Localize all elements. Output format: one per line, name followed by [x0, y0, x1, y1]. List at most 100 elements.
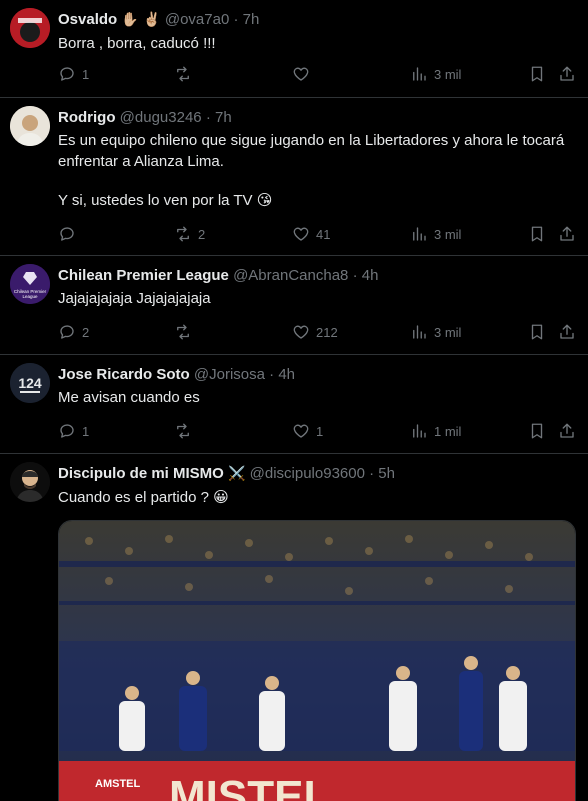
avatar[interactable] [10, 8, 50, 48]
like-count: 41 [316, 226, 331, 242]
like-icon [293, 325, 309, 339]
bookmark-button[interactable] [528, 421, 546, 441]
tweet[interactable]: 124 Jose Ricardo Soto @Jorisosa · 4h Me … [0, 355, 588, 454]
dot-separator: · [205, 109, 211, 126]
author-name[interactable]: Discipulo de mi MISMO [58, 465, 224, 482]
tweet[interactable]: Discipulo de mi MISMO ⚔️ @discipulo93600… [0, 454, 588, 801]
views-button[interactable]: 3 mil [410, 64, 461, 84]
author-handle[interactable]: @ova7a0 [165, 11, 229, 28]
tweet-time[interactable]: 7h [243, 11, 260, 28]
share-button[interactable] [558, 322, 576, 342]
author-name[interactable]: Chilean Premier League [58, 267, 229, 284]
dot-separator: · [352, 267, 358, 284]
bookmark-button[interactable] [528, 224, 546, 244]
like-icon [293, 424, 309, 438]
avatar[interactable]: Chilean Premier League [10, 264, 50, 304]
avatar-image [10, 8, 50, 48]
tweet-text: Cuando es el partido ? 😀 [58, 488, 578, 508]
retweet-icon [177, 324, 189, 340]
retweet-button[interactable]: 2 [174, 224, 205, 244]
tweet-time[interactable]: 4h [278, 366, 295, 383]
author-handle[interactable]: @Jorisosa [194, 366, 265, 383]
tweet[interactable]: Rodrigo @dugu3246 · 7h Es un equipo chil… [0, 98, 588, 256]
tweet[interactable]: Osvaldo ✋🏼 ✌🏼 @ova7a0 · 7h Borra , borra… [0, 0, 588, 98]
avatar[interactable]: 124 [10, 363, 50, 403]
retweet-button[interactable] [174, 322, 198, 342]
share-button[interactable] [558, 224, 576, 244]
author-handle[interactable]: @dugu3246 [120, 109, 202, 126]
tweet-time[interactable]: 7h [215, 109, 232, 126]
retweet-button[interactable] [174, 64, 198, 84]
reply-count: 1 [82, 66, 90, 82]
svg-text:League: League [22, 294, 38, 299]
tweet-actions: 2 212 3 mil [58, 322, 578, 342]
avatar-logo-text: 124 [18, 375, 42, 391]
share-icon [560, 66, 574, 81]
reply-button[interactable]: 2 [58, 322, 89, 342]
tweet-text-line: Me avisan cuando es [58, 389, 200, 406]
author-name[interactable]: Rodrigo [58, 109, 116, 126]
tweet-header: Rodrigo @dugu3246 · 7h [58, 108, 232, 128]
like-button[interactable] [292, 64, 316, 84]
views-button[interactable]: 1 mil [410, 421, 461, 441]
author-handle[interactable]: @AbranCancha8 [233, 267, 348, 284]
avatar-image [10, 462, 50, 502]
author-emoji: ⚔️ [228, 466, 246, 482]
tweet-text-line: Y si, ustedes lo ven por la TV 😘 [58, 192, 273, 209]
tweet-header: Chilean Premier League @AbranCancha8 · 4… [58, 266, 378, 286]
bookmark-icon [531, 66, 543, 82]
like-button[interactable]: 212 [292, 322, 338, 342]
reply-button[interactable]: 1 [58, 421, 89, 441]
share-button[interactable] [558, 64, 576, 84]
retweet-count: 2 [198, 226, 206, 242]
author-emoji: ✋🏼 ✌🏼 [121, 12, 161, 28]
like-button[interactable]: 41 [292, 224, 330, 244]
dot-separator: · [233, 11, 239, 28]
views-button[interactable]: 3 mil [410, 322, 461, 342]
tweet-text-line: enfrentar a Alianza Lima. [58, 153, 224, 170]
views-button[interactable]: 3 mil [410, 224, 461, 244]
views-icon [413, 424, 426, 438]
retweet-icon [177, 423, 189, 439]
tweet-actions: 1 1 1 mil [58, 421, 578, 441]
retweet-button[interactable] [174, 421, 198, 441]
avatar[interactable] [10, 106, 50, 146]
author-name[interactable]: Jose Ricardo Soto [58, 366, 190, 383]
like-count: 1 [316, 423, 324, 439]
tweet-header: Discipulo de mi MISMO ⚔️ @discipulo93600… [58, 464, 395, 484]
bookmark-icon [531, 324, 543, 340]
tweet-text-line: Es un equipo chileno que sigue jugando e… [58, 132, 565, 149]
reply-button[interactable]: 1 [58, 64, 89, 84]
author-handle[interactable]: @discipulo93600 [250, 465, 365, 482]
tweet[interactable]: Chilean Premier League Chilean Premier L… [0, 256, 588, 355]
like-icon [293, 67, 309, 81]
avatar-image: 124 [10, 363, 50, 403]
share-button[interactable] [558, 421, 576, 441]
views-icon [413, 227, 426, 241]
avatar-image [10, 106, 50, 146]
tweet-time[interactable]: 5h [378, 465, 395, 482]
views-count: 3 mil [434, 324, 462, 340]
tweet-text: Jajajajajaja Jajajajajaja [58, 289, 578, 309]
tweet-header: Osvaldo ✋🏼 ✌🏼 @ova7a0 · 7h [58, 10, 259, 30]
views-icon [413, 325, 426, 339]
dot-separator: · [369, 465, 375, 482]
bookmark-button[interactable] [528, 322, 546, 342]
share-icon [560, 226, 574, 241]
reply-icon [60, 227, 74, 241]
retweet-icon [177, 226, 189, 242]
bookmark-icon [531, 226, 543, 242]
tweet-text-line [58, 172, 578, 190]
tweet-time[interactable]: 4h [362, 267, 379, 284]
views-count: 3 mil [434, 226, 462, 242]
bookmark-icon [531, 423, 543, 439]
reply-count: 2 [82, 324, 90, 340]
author-name[interactable]: Osvaldo [58, 11, 117, 28]
tweet-media-photo[interactable]: MISTEL AMSTEL [58, 520, 576, 801]
avatar[interactable] [10, 462, 50, 502]
like-button[interactable]: 1 [292, 421, 323, 441]
dot-separator: · [269, 366, 275, 383]
bookmark-button[interactable] [528, 64, 546, 84]
tweet-text: Borra , borra, caducó !!! [58, 34, 578, 54]
reply-button[interactable] [58, 224, 82, 244]
